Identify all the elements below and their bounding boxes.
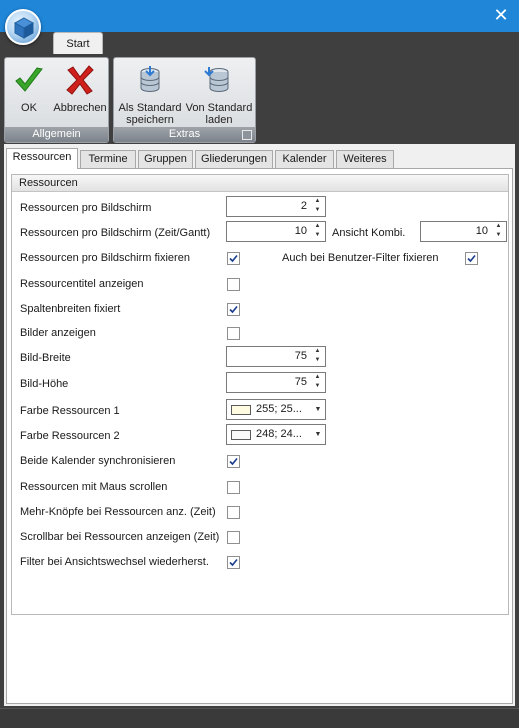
ok-button[interactable]: OK xyxy=(9,60,49,126)
restore-filter-checkbox[interactable] xyxy=(227,556,240,569)
database-load-icon xyxy=(204,67,229,92)
save-as-default-button[interactable]: Als Standard speichern xyxy=(116,60,184,126)
fix-per-screen-label: Ressourcen pro Bildschirm fixieren xyxy=(20,252,190,264)
ribbon-group-extras: Als Standard speichern Von Standard lade… xyxy=(113,57,256,143)
database-save-icon xyxy=(140,66,160,92)
column-width-fixed-label: Spaltenbreiten fixiert xyxy=(20,303,121,315)
image-width-value[interactable]: 75 xyxy=(227,347,309,366)
tab-content: Ressourcen Ressourcen pro Bildschirm 2 ▲… xyxy=(6,168,513,704)
group-title: Ressourcen xyxy=(12,175,508,192)
ok-button-label: OK xyxy=(21,102,37,114)
save-as-default-label-line2: speichern xyxy=(126,114,174,126)
image-height-spinner[interactable]: 75 ▲ ▼ xyxy=(226,372,326,393)
spinner-arrows-icon[interactable]: ▲ ▼ xyxy=(310,347,325,366)
checkmark-icon xyxy=(229,558,238,567)
red-cross-icon xyxy=(66,65,94,95)
tab-gliederungen[interactable]: Gliederungen xyxy=(195,150,273,168)
more-buttons-label: Mehr-Knöpfe bei Ressourcen anz. (Zeit) xyxy=(20,506,216,518)
ribbon-group-caption: Allgemein xyxy=(5,127,108,142)
spinner-arrows-icon[interactable]: ▲ ▼ xyxy=(491,222,506,241)
show-images-checkbox[interactable] xyxy=(227,327,240,340)
load-from-default-label-line2: laden xyxy=(205,114,233,126)
color2-label: Farbe Ressourcen 2 xyxy=(20,430,120,442)
per-screen-time-label: Ressourcen pro Bildschirm (Zeit/Gantt) xyxy=(20,227,211,239)
per-screen-value[interactable]: 2 xyxy=(227,197,309,216)
ribbon: OK Abbrechen Allgemein Als Standard spei… xyxy=(0,54,519,144)
image-width-label: Bild-Breite xyxy=(20,352,71,364)
scrollbar-label: Scrollbar bei Ressourcen anzeigen (Zeit) xyxy=(20,531,220,543)
image-height-label: Bild-Höhe xyxy=(20,378,69,390)
color2-picker[interactable]: 248; 24... ▼ xyxy=(226,424,326,445)
sync-calendars-checkbox[interactable] xyxy=(227,455,240,468)
title-bar: ✕ xyxy=(0,0,519,32)
tab-termine[interactable]: Termine xyxy=(80,150,136,168)
ressourcen-group: Ressourcen Ressourcen pro Bildschirm 2 ▲… xyxy=(11,174,509,615)
fix-user-filter-label: Auch bei Benutzer-Filter fixieren xyxy=(282,252,439,264)
tab-kalender[interactable]: Kalender xyxy=(275,150,334,168)
settings-panel: Ressourcen Termine Gruppen Gliederungen … xyxy=(4,144,515,706)
ribbon-group-allgemein: OK Abbrechen Allgemein xyxy=(4,57,109,143)
ribbon-tab-strip: Start xyxy=(0,32,519,54)
combi-view-value[interactable]: 10 xyxy=(421,222,490,241)
show-title-label: Ressourcentitel anzeigen xyxy=(20,278,144,290)
fix-user-filter-checkbox[interactable] xyxy=(465,252,478,265)
image-width-spinner[interactable]: 75 ▲ ▼ xyxy=(226,346,326,367)
tab-weiteres[interactable]: Weiteres xyxy=(336,150,394,168)
tab-gruppen[interactable]: Gruppen xyxy=(138,150,193,168)
mouse-scroll-checkbox[interactable] xyxy=(227,481,240,494)
cancel-button[interactable]: Abbrechen xyxy=(51,60,109,126)
color2-value: 248; 24... xyxy=(256,428,302,440)
scrollbar-checkbox[interactable] xyxy=(227,531,240,544)
cancel-button-label: Abbrechen xyxy=(53,102,107,114)
tab-ressourcen[interactable]: Ressourcen xyxy=(6,148,78,169)
checkmark-icon xyxy=(229,254,238,263)
color1-picker[interactable]: 255; 25... ▼ xyxy=(226,399,326,420)
show-title-checkbox[interactable] xyxy=(227,278,240,291)
per-screen-time-spinner[interactable]: 10 ▲ ▼ xyxy=(226,221,326,242)
combi-view-label: Ansicht Kombi. xyxy=(332,227,406,239)
per-screen-spinner[interactable]: 2 ▲ ▼ xyxy=(226,196,326,217)
color1-label: Farbe Ressourcen 1 xyxy=(20,405,120,417)
color1-value: 255; 25... xyxy=(256,403,302,415)
color1-swatch xyxy=(231,405,251,415)
ribbon-group-caption: Extras xyxy=(114,127,255,142)
save-as-default-label-line1: Als Standard xyxy=(118,102,182,114)
ribbon-tab-start[interactable]: Start xyxy=(53,32,103,54)
status-bar xyxy=(0,708,519,728)
combi-view-spinner[interactable]: 10 ▲ ▼ xyxy=(420,221,507,242)
chevron-down-icon[interactable]: ▼ xyxy=(313,425,323,444)
fix-per-screen-checkbox[interactable] xyxy=(227,252,240,265)
cube-icon xyxy=(14,17,34,39)
checkmark-icon xyxy=(467,254,476,263)
load-from-default-button[interactable]: Von Standard laden xyxy=(185,60,253,126)
settings-tabstrip: Ressourcen Termine Gruppen Gliederungen … xyxy=(4,148,515,169)
application-menu-button[interactable] xyxy=(5,9,41,45)
per-screen-label: Ressourcen pro Bildschirm xyxy=(20,202,152,214)
dialog-launcher-icon[interactable] xyxy=(242,130,252,140)
checkmark-icon xyxy=(15,67,43,92)
more-buttons-checkbox[interactable] xyxy=(227,506,240,519)
spinner-arrows-icon[interactable]: ▲ ▼ xyxy=(310,197,325,216)
per-screen-time-value[interactable]: 10 xyxy=(227,222,309,241)
spinner-arrows-icon[interactable]: ▲ ▼ xyxy=(310,373,325,392)
sync-calendars-label: Beide Kalender synchronisieren xyxy=(20,455,176,467)
show-images-label: Bilder anzeigen xyxy=(20,327,96,339)
checkmark-icon xyxy=(229,457,238,466)
mouse-scroll-label: Ressourcen mit Maus scrollen xyxy=(20,481,168,493)
chevron-down-icon[interactable]: ▼ xyxy=(313,400,323,419)
load-from-default-label-line1: Von Standard xyxy=(185,102,253,114)
color2-swatch xyxy=(231,430,251,440)
close-button[interactable]: ✕ xyxy=(491,5,511,25)
image-height-value[interactable]: 75 xyxy=(227,373,309,392)
checkmark-icon xyxy=(229,305,238,314)
restore-filter-label: Filter bei Ansichtswechsel wiederherst. xyxy=(20,556,209,568)
spinner-arrows-icon[interactable]: ▲ ▼ xyxy=(310,222,325,241)
column-width-fixed-checkbox[interactable] xyxy=(227,303,240,316)
